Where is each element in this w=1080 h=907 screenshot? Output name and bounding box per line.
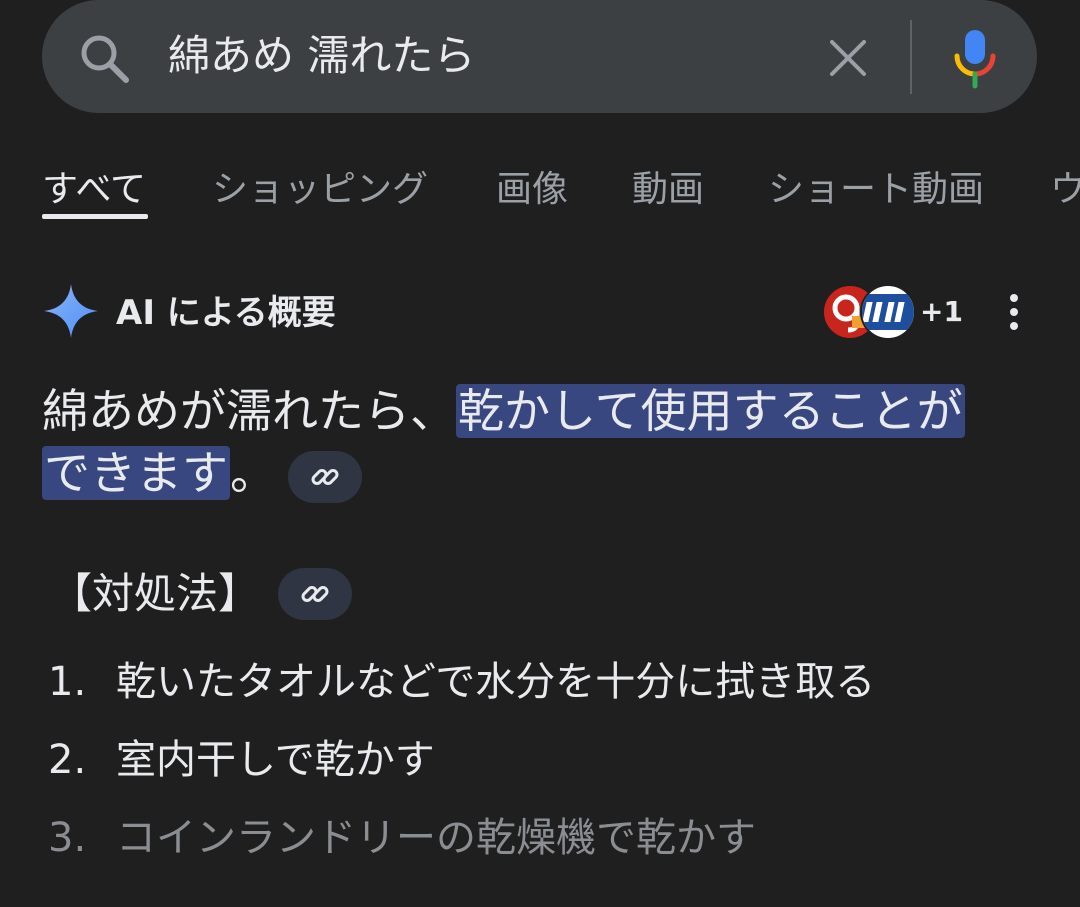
steps-list: 1. 乾いたタオルなどで水分を十分に拭き取る 2. 室内干しで乾かす 3. コイ… [48, 652, 1048, 886]
link-icon [311, 468, 339, 485]
active-tab-indicator [42, 214, 148, 219]
tab-videos[interactable]: 動画 [632, 166, 704, 214]
step-text: 乾いたタオルなどで水分を十分に拭き取る [116, 659, 876, 705]
source-avatar-2[interactable] [860, 284, 916, 340]
link-icon [301, 586, 329, 602]
step-number: 3. [48, 815, 87, 861]
close-icon[interactable] [826, 36, 870, 80]
step-text: 室内干しで乾かす [116, 737, 435, 783]
source-avatars[interactable] [822, 284, 918, 340]
more-vert-icon[interactable] [996, 290, 1032, 334]
ai-overview-title: AI による概要 [116, 293, 336, 333]
sparkle-icon [44, 284, 98, 338]
citation-link-button[interactable] [288, 450, 362, 503]
search-icon[interactable] [78, 32, 132, 86]
step-number: 2. [48, 737, 87, 783]
sources-more-count[interactable]: +1 [920, 292, 963, 332]
ai-answer: 綿あめが濡れたら、乾かして使用することができます。 [42, 380, 1002, 504]
answer-highlight-2: できます [42, 446, 230, 500]
tab-images[interactable]: 画像 [496, 166, 568, 214]
step-text: コインランドリーの乾燥機で乾かす [116, 815, 756, 861]
tab-shopping[interactable]: ショッピング [212, 166, 428, 214]
answer-end: 。 [230, 446, 276, 500]
tab-partial[interactable]: ウ [1050, 166, 1080, 214]
search-tabs: すべて ショッピング 画像 動画 ショート動画 ウ [0, 150, 1080, 230]
tab-short-videos[interactable]: ショート動画 [768, 166, 984, 214]
answer-text: 綿あめが濡れたら、 [42, 384, 456, 438]
list-item: 2. 室内干しで乾かす [48, 730, 1048, 808]
search-divider [910, 20, 912, 94]
section-title: 【対処法】 [50, 569, 261, 618]
search-input[interactable]: 綿あめ 濡れたら [168, 26, 475, 86]
step-number: 1. [48, 659, 87, 705]
answer-highlight: 乾かして使用することが [456, 384, 965, 438]
section-citation-link-button[interactable] [278, 568, 352, 620]
list-item: 1. 乾いたタオルなどで水分を十分に拭き取る [48, 652, 1048, 730]
list-item: 3. コインランドリーの乾燥機で乾かす [48, 808, 1048, 886]
search-results-page: 綿あめ 濡れたら すべて ショッピング 画像 動画 ショート動画 ウ AI によ… [0, 0, 1080, 907]
tab-all[interactable]: すべて [42, 166, 146, 214]
microphone-icon[interactable] [950, 26, 1000, 90]
